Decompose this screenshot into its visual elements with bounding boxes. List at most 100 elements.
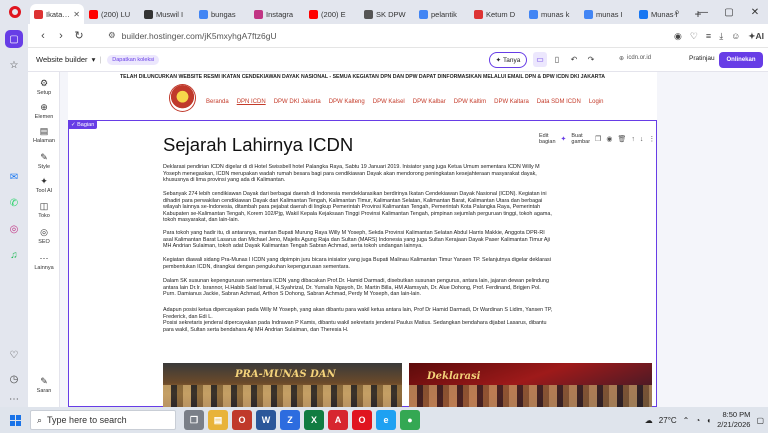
more-icon[interactable]: ⋮ <box>648 135 655 143</box>
nav-menu-item[interactable]: DPW Kalteng <box>329 99 365 105</box>
zoom-icon[interactable]: Z <box>280 410 300 430</box>
preview-button[interactable]: Pratinjau <box>689 55 715 62</box>
browser-tab[interactable]: (200) E <box>305 4 359 24</box>
browser-tab[interactable]: (200) LU <box>85 4 139 24</box>
duplicate-icon[interactable]: ❐ <box>595 135 601 143</box>
search-tabs-icon[interactable]: ⌕ <box>664 0 690 24</box>
delete-icon[interactable]: 🗑 <box>617 135 626 143</box>
paragraph[interactable]: Kegiatan diawali sidang Pra-Munas I ICDN… <box>163 257 555 270</box>
nav-menu-item[interactable]: Beranda <box>206 99 229 105</box>
sidebar-item[interactable]: ✦ Tool AI <box>28 176 60 194</box>
sidebar-item[interactable]: ◎ SEO <box>28 227 60 245</box>
tray-chevron-icon[interactable]: ⌃ <box>683 416 690 425</box>
spotify-icon[interactable]: ♫ <box>5 246 23 264</box>
website-selector[interactable]: Website builder ▾ | <box>36 55 101 64</box>
sidebar-item[interactable]: ⊕ Elemen <box>28 102 60 120</box>
publish-button[interactable]: Onlinekan <box>719 52 763 68</box>
event-photo[interactable]: Deklarasi <box>409 363 652 407</box>
site-settings-icon[interactable]: ⚙ <box>108 30 116 41</box>
history-icon[interactable]: ◷ <box>5 370 23 388</box>
notification-icon[interactable]: ▢ <box>756 416 764 425</box>
browser-tab[interactable]: Instagra <box>250 4 304 24</box>
promo-chip[interactable]: Dapatkan koleksi <box>107 54 160 65</box>
browser-tab[interactable]: pelantik <box>415 4 469 24</box>
maximize-button[interactable]: ▢ <box>716 0 742 24</box>
paragraph[interactable]: Deklarasi pendirian ICDN digelar di di H… <box>163 164 555 184</box>
instagram-icon[interactable]: ◎ <box>5 220 23 238</box>
more-options-icon[interactable]: ⋯ <box>5 390 23 408</box>
forward-button[interactable]: › <box>52 30 70 42</box>
ask-ai-button[interactable]: ✦ Tanya <box>489 52 527 68</box>
menu-icon[interactable]: ≡ <box>706 31 711 41</box>
minimize-button[interactable]: — <box>690 0 716 24</box>
network-icon[interactable]: ◔ <box>695 416 700 425</box>
edit-section-button[interactable]: Edit bagian <box>539 133 556 145</box>
sidebar-item[interactable]: ▤ Halaman <box>28 126 60 144</box>
redo-icon[interactable]: ↷ <box>584 52 598 67</box>
sidebar-item[interactable]: ⚙ Setup <box>28 78 60 96</box>
back-button[interactable]: ‹ <box>34 30 52 42</box>
whatsapp-icon[interactable]: ✆ <box>5 194 23 212</box>
nav-menu-item[interactable]: Data SDM ICDN <box>537 99 581 105</box>
browser-tab[interactable]: bungas <box>195 4 249 24</box>
browser-tab[interactable]: Ikatan Cendek✕ <box>30 4 84 24</box>
paragraph[interactable]: Adapun posisi ketua dipercayakan pada Wi… <box>163 307 555 333</box>
sidebar-item[interactable]: ⋯ Lainnya <box>28 253 60 271</box>
url-field[interactable]: ⚙ builder.hostinger.com/jK5mxyhgA7ftz6gU <box>108 30 277 41</box>
home-icon[interactable]: ☆ <box>5 56 23 74</box>
file-explorer-icon[interactable]: ▤ <box>208 410 228 430</box>
nav-menu-item[interactable]: Login <box>589 99 604 105</box>
nav-menu-item[interactable]: DPW DKI Jakarta <box>274 99 321 105</box>
chrome-icon[interactable]: ● <box>400 410 420 430</box>
profile-icon[interactable]: ☺ <box>731 31 740 41</box>
browser-tab[interactable]: munas I <box>580 4 634 24</box>
aria-ai-button[interactable]: ✦AI <box>748 31 764 42</box>
undo-icon[interactable]: ↶ <box>567 52 581 67</box>
bookmark-icon[interactable]: ♡ <box>690 31 698 42</box>
word-icon[interactable]: W <box>256 410 276 430</box>
nav-menu-item[interactable]: DPW Kaltara <box>494 99 529 105</box>
paragraph[interactable]: Para tokoh yang hadir itu, di antaranya,… <box>163 230 555 250</box>
move-down-icon[interactable]: ↓ <box>640 136 644 143</box>
browser-tab[interactable]: Ketum D <box>470 4 524 24</box>
opera-gx-icon[interactable]: O <box>352 410 372 430</box>
nav-menu-item[interactable]: DPN ICDN <box>237 99 266 105</box>
event-photo[interactable]: PRA-MUNAS DAN <box>163 363 402 407</box>
opera-logo-icon[interactable] <box>0 0 30 24</box>
close-window-button[interactable]: ✕ <box>742 0 768 24</box>
sidebar-item[interactable]: ◫ Toko <box>28 201 60 219</box>
taskbar-search[interactable]: ⌕ Type here to search <box>30 410 176 430</box>
messenger-icon[interactable]: ✉ <box>5 168 23 186</box>
task-view-icon[interactable]: ❐ <box>184 410 204 430</box>
section-tag[interactable]: ✓ Bagian <box>68 120 98 129</box>
acrobat-icon[interactable]: A <box>328 410 348 430</box>
browser-tab[interactable]: munas k <box>525 4 579 24</box>
volume-icon[interactable]: ◖ <box>706 416 711 425</box>
icdn-logo[interactable] <box>169 84 196 112</box>
paragraph[interactable]: Dalam SK susunan kepengurusan sementara … <box>163 278 555 298</box>
opera-taskbar-icon[interactable]: O <box>232 410 252 430</box>
move-up-icon[interactable]: ↑ <box>631 136 635 143</box>
excel-icon[interactable]: X <box>304 410 324 430</box>
paragraph[interactable]: Sebanyak 274 lebih cendikiawan Dayak dar… <box>163 191 555 224</box>
aria-icon[interactable]: ▢ <box>5 30 23 48</box>
nav-menu-item[interactable]: DPW Kalbar <box>413 99 446 105</box>
sidebar-item[interactable]: ✎ Saran <box>28 376 60 394</box>
desktop-view-icon[interactable]: ▭ <box>533 52 547 67</box>
weather-temp[interactable]: 27°C <box>659 416 677 425</box>
start-button[interactable] <box>0 407 30 433</box>
domain-link[interactable]: ⊕ icdn.or.id <box>619 55 651 62</box>
browser-tab[interactable]: SK DPW <box>360 4 414 24</box>
browser-tab[interactable]: Muswil I <box>140 4 194 24</box>
reload-button[interactable]: ↻ <box>70 29 88 42</box>
clock[interactable]: 8:50 PM 2/21/2026 <box>717 410 750 430</box>
camera-icon[interactable]: ◉ <box>674 31 682 42</box>
sidebar-item[interactable]: ✎ Style <box>28 152 60 170</box>
ai-image-button[interactable]: Buat gambar <box>571 133 590 145</box>
edge-icon[interactable]: e <box>376 410 396 430</box>
nav-menu-item[interactable]: DPW Kaltim <box>454 99 486 105</box>
page-title[interactable]: Sejarah Lahirnya ICDN <box>163 134 353 156</box>
download-icon[interactable]: ⤓ <box>719 31 723 42</box>
hide-icon[interactable]: ◉ <box>606 135 612 143</box>
nav-menu-item[interactable]: DPW Kalsel <box>373 99 405 105</box>
